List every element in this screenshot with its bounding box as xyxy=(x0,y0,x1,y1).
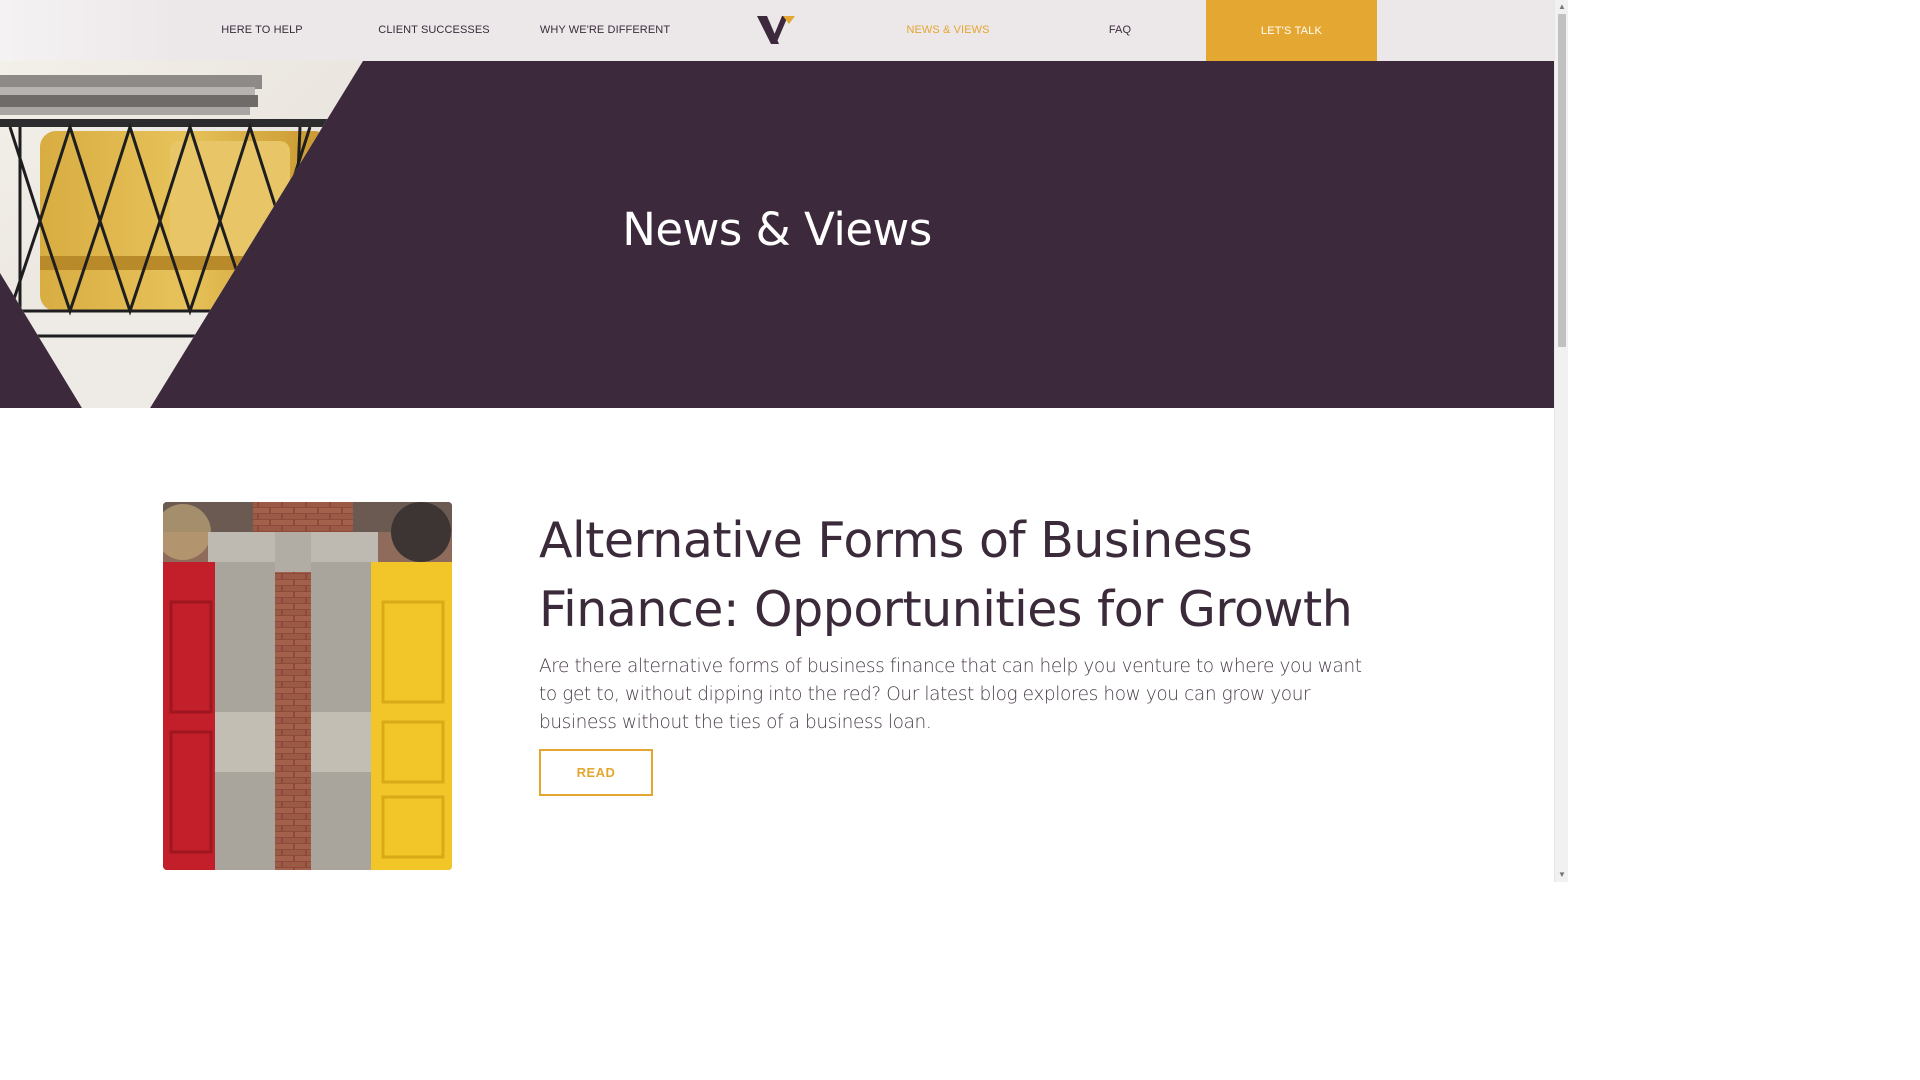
chevron-up-icon[interactable]: ▲ xyxy=(1555,0,1569,14)
doors-image xyxy=(163,502,452,870)
scrollbar-thumb[interactable] xyxy=(1558,14,1566,347)
vertical-scrollbar[interactable]: ▲ ▼ xyxy=(1554,0,1568,882)
article-excerpt: Are there alternative forms of business … xyxy=(539,656,1362,733)
hero-banner: News & Views xyxy=(0,61,1554,408)
read-button[interactable]: READ xyxy=(539,749,653,796)
nav-link-client-successes[interactable]: CLIENT SUCCESSES xyxy=(378,0,489,61)
lets-talk-button[interactable]: LET'S TALK xyxy=(1206,0,1377,61)
top-navigation: HERE TO HELP CLIENT SUCCESSES WHY WE'RE … xyxy=(0,0,1554,61)
nav-link-news-views[interactable]: NEWS & VIEWS xyxy=(906,0,989,61)
nav-link-why-were-different[interactable]: WHY WE'RE DIFFERENT xyxy=(540,0,670,61)
page: HERE TO HELP CLIENT SUCCESSES WHY WE'RE … xyxy=(0,0,1554,882)
chevron-down-icon[interactable]: ▼ xyxy=(1555,868,1569,882)
article-title[interactable]: Alternative Forms of Business Finance: O… xyxy=(539,506,1379,644)
nav-link-here-to-help[interactable]: HERE TO HELP xyxy=(221,0,303,61)
article-thumbnail[interactable] xyxy=(163,502,452,870)
nav-fade xyxy=(0,0,180,61)
page-title: News & Views xyxy=(622,203,932,256)
nav-link-faq[interactable]: FAQ xyxy=(1109,0,1131,61)
v-logo-icon xyxy=(757,16,795,44)
home-logo-link[interactable] xyxy=(757,14,797,46)
